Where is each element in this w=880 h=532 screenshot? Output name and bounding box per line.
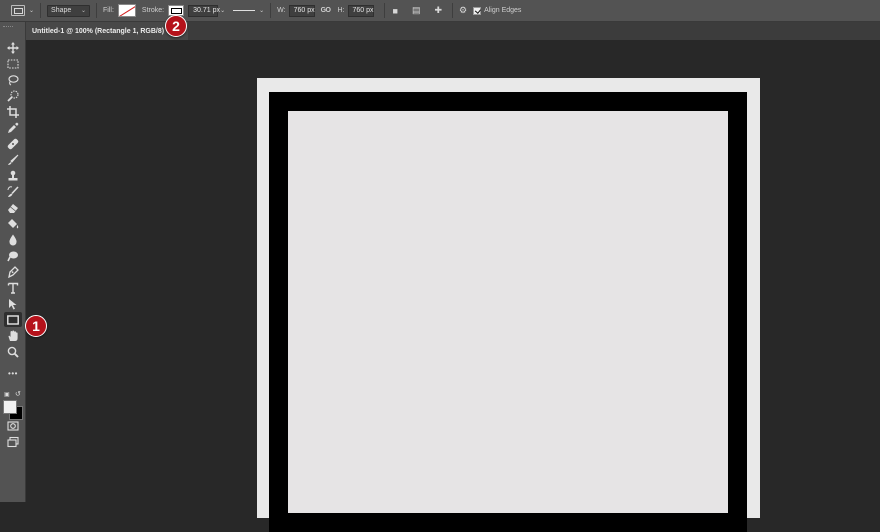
crop-tool[interactable] <box>4 104 22 119</box>
shape-mode-value: Shape <box>51 7 72 14</box>
screen-mode-icon <box>7 436 19 447</box>
brush-icon <box>8 154 19 165</box>
brush-tool[interactable] <box>4 152 22 167</box>
options-bar: ⌄ Shape ⌄ Fill: Stroke: 30.71 px ⌄ ⌄ W: … <box>0 0 880 22</box>
width-field[interactable]: 760 px <box>288 4 315 17</box>
tool-preset-picker[interactable] <box>11 5 25 16</box>
marquee-tool[interactable] <box>4 56 22 71</box>
foreground-color-swatch[interactable] <box>3 400 17 414</box>
chevron-down-icon[interactable]: ⌄ <box>29 7 34 14</box>
path-selection-tool[interactable] <box>4 296 22 311</box>
eraser-icon <box>8 203 18 213</box>
document-canvas[interactable] <box>257 78 760 532</box>
panel-grip[interactable] <box>3 26 13 28</box>
document-tab-bar: Untitled-1 @ 100% (Rectangle 1, RGB/8) <box>26 22 880 40</box>
hand-tool[interactable] <box>4 328 22 343</box>
height-label: H: <box>337 7 345 14</box>
lasso-icon <box>8 74 19 85</box>
bandage-icon <box>7 138 19 149</box>
width-value: 760 px <box>293 7 315 14</box>
history-brush-icon <box>7 185 19 197</box>
zoom-icon <box>7 346 19 358</box>
dodge-tool[interactable] <box>4 248 22 263</box>
divider <box>383 3 385 18</box>
shape-mode-dropdown[interactable]: Shape ⌄ <box>47 4 91 17</box>
quick-mask-icon <box>7 420 19 431</box>
history-brush-tool[interactable] <box>4 184 22 199</box>
stamp-icon <box>8 170 18 180</box>
chevron-down-icon[interactable]: ⌄ <box>259 7 264 14</box>
drop-icon <box>9 234 17 245</box>
align-edges-label: Align Edges <box>484 7 522 14</box>
paint-bucket-icon <box>8 218 19 228</box>
path-arrangement-icon[interactable]: ✚ <box>434 5 442 16</box>
crop-icon <box>7 105 19 118</box>
width-label: W: <box>277 7 286 14</box>
lasso-tool[interactable] <box>4 72 22 87</box>
callout-badge-2: 2 <box>165 15 187 37</box>
stroke-type-dropdown[interactable] <box>233 5 259 17</box>
chevron-down-icon[interactable]: ⌄ <box>220 7 225 14</box>
height-field[interactable]: 760 px <box>347 4 374 17</box>
divider <box>40 3 42 18</box>
hand-icon <box>8 330 18 341</box>
document-tab-title: Untitled-1 @ 100% (Rectangle 1, RGB/8) <box>32 27 165 35</box>
rectangle-icon <box>7 314 19 325</box>
blur-tool[interactable] <box>4 232 22 247</box>
clone-stamp-tool[interactable] <box>4 168 22 183</box>
link-icon[interactable]: GO <box>321 7 331 14</box>
eyedropper-icon <box>8 122 19 133</box>
default-colors-icon[interactable]: ▣ <box>4 391 10 398</box>
zoom-tool[interactable] <box>4 344 22 359</box>
tools-panel: ••• ▣ ↺ <box>0 22 26 502</box>
ellipsis-icon: ••• <box>8 369 18 378</box>
healing-brush-tool[interactable] <box>4 136 22 151</box>
swap-colors-icon[interactable]: ↺ <box>15 390 21 398</box>
gear-icon[interactable]: ⚙ <box>459 5 467 16</box>
divider <box>270 3 272 18</box>
callout-number: 2 <box>172 18 180 34</box>
color-swatches: ▣ ↺ <box>3 391 23 420</box>
stroke-width-value: 30.71 px <box>193 7 220 14</box>
height-value: 760 px <box>352 7 374 14</box>
stroke-width-field[interactable]: 30.71 px <box>188 4 220 17</box>
eraser-tool[interactable] <box>4 200 22 215</box>
path-operations-icon[interactable]: ■ <box>393 6 398 16</box>
quick-selection-icon <box>7 89 19 102</box>
path-alignment-icon[interactable]: ▤ <box>412 5 421 16</box>
pen-icon <box>8 265 19 278</box>
divider <box>452 3 453 18</box>
screen-mode-button[interactable] <box>4 434 22 449</box>
document-tab[interactable]: Untitled-1 @ 100% (Rectangle 1, RGB/8) <box>26 22 188 40</box>
fill-label: Fill: <box>103 7 114 14</box>
stroke-line-preview <box>233 9 256 12</box>
type-tool[interactable] <box>4 280 22 295</box>
more-tools-button[interactable]: ••• <box>4 366 22 381</box>
paint-bucket-tool[interactable] <box>4 216 22 231</box>
divider <box>96 3 98 18</box>
move-tool[interactable] <box>4 40 22 55</box>
move-icon <box>7 41 19 54</box>
rectangle-shape[interactable] <box>269 92 747 532</box>
rectangle-tool[interactable] <box>4 312 22 327</box>
pen-tool[interactable] <box>4 264 22 279</box>
quick-mask-button[interactable] <box>4 418 22 433</box>
eyedropper-tool[interactable] <box>4 120 22 135</box>
chevron-down-icon: ⌄ <box>81 8 87 14</box>
stroke-label: Stroke: <box>141 7 165 14</box>
dodge-icon <box>7 251 18 261</box>
type-icon <box>7 282 19 294</box>
marquee-icon <box>7 58 19 69</box>
callout-badge-1: 1 <box>25 315 47 337</box>
align-edges-checkbox[interactable]: Align Edges <box>473 6 522 15</box>
fill-swatch[interactable] <box>117 4 136 17</box>
callout-number: 1 <box>32 318 40 334</box>
checkbox-checked-icon <box>473 6 482 15</box>
quick-selection-tool[interactable] <box>4 88 22 103</box>
arrow-cursor-icon <box>9 298 17 309</box>
